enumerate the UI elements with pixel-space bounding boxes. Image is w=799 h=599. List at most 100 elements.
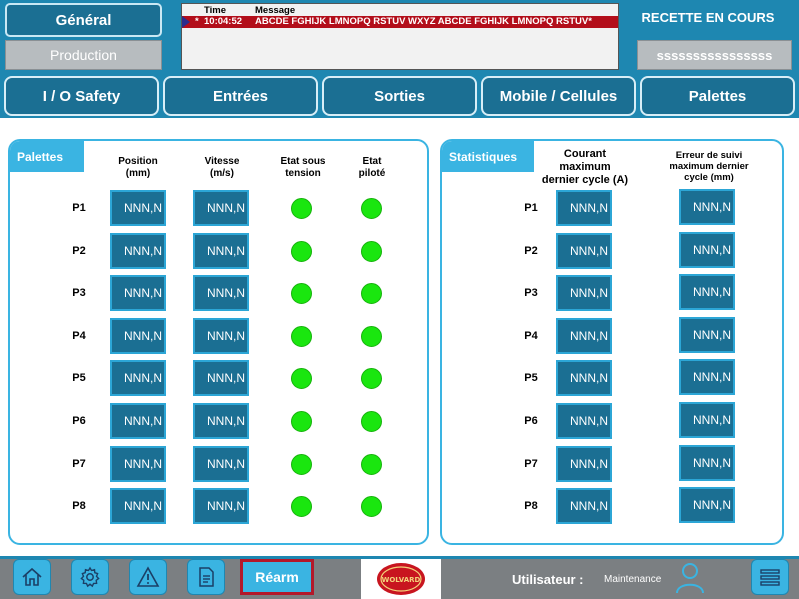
stats-row-label: P5 [524,372,538,385]
palette-vitesse-value: NNN,N [193,232,249,269]
recette-value: ssssssssssssssss [637,40,792,70]
stats-row-label: P4 [524,329,538,342]
stats-panel-title: Statistiques [442,141,534,172]
alarm-banner[interactable]: Time Message * 10:04:52 ABCDE FGHIJK LMN… [181,3,619,70]
production-button[interactable]: Production [5,40,162,70]
stats-courant-value: NNN,N [556,403,612,439]
tab-entrees[interactable]: Entrées [163,76,318,116]
alarm-row[interactable]: * 10:04:52 ABCDE FGHIJK LMNOPQ RSTUV WXY… [182,16,618,28]
settings-button[interactable] [71,559,109,595]
palette-row-label: P6 [72,415,86,427]
etat-tension-led [291,198,312,219]
etat-pilote-led [361,240,382,262]
palette-position-value: NNN,N [110,190,166,226]
etat-pilote-led [361,283,382,305]
user-icon[interactable] [674,560,706,594]
col-head-courant: Courant maximum dernier cycle (A) [541,148,629,186]
col-head-etat-tension: Etat sous tension [280,156,326,179]
alarm-row-message: ABCDE FGHIJK LMNOPQ RSTUV WXYZ ABCDE FGH… [255,16,592,27]
stats-erreur-value: NNN,N [679,359,735,396]
palette-row-label: P5 [72,372,86,385]
user-value: Maintenance [604,574,662,585]
footer-bar: Réarm WOLVARD Utilisateur : Maintenance [0,556,799,599]
palette-vitesse-value: NNN,N [193,360,249,397]
menu-icon [760,569,780,586]
report-button[interactable] [187,559,225,595]
palette-row-label: P4 [72,329,86,342]
stats-erreur-value: NNN,N [679,487,735,524]
col-head-etat-pilote: Etat piloté [358,156,386,179]
palette-row-label: P1 [72,202,86,214]
document-icon [199,567,214,587]
alarm-row-marker: * [195,16,199,27]
etat-pilote-led [361,368,382,390]
stats-courant-value: NNN,N [556,488,612,525]
header-bar: Général Production Time Message * 10:04:… [0,0,799,74]
stats-courant-value: NNN,N [556,275,612,312]
home-button[interactable] [13,559,51,595]
palettes-panel: Palettes Position (mm) Vitesse (m/s) Etat … [8,139,429,545]
warning-icon [136,566,160,587]
stats-erreur-value: NNN,N [679,444,735,481]
palette-row-label: P7 [72,457,86,470]
stats-panel: Statistiques Courant maximum dernier cycle… [440,139,784,545]
col-head-erreur: Erreur de suivi maximum dernier cycle (mm) [669,150,749,183]
etat-pilote-led [361,411,382,432]
tab-palettes[interactable]: Palettes [640,76,795,116]
user-label: Utilisateur : [512,572,584,587]
etat-pilote-led [361,453,382,475]
etat-pilote-led [361,496,382,518]
palettes-panel-title: Palettes [10,141,84,172]
palette-position-value: NNN,N [110,232,166,269]
recette-title: RECETTE EN COURS [641,10,775,25]
menu-button[interactable] [751,559,789,595]
etat-tension-led [291,411,312,432]
tab-mobile-cellules[interactable]: Mobile / Cellules [481,76,636,116]
logo-icon: WOLVARD [377,563,425,595]
stats-erreur-value: NNN,N [679,274,735,311]
alarm-row-time: 10:04:52 [204,16,243,27]
palette-vitesse-value: NNN,N [193,275,249,312]
stats-row-label: P3 [524,287,538,300]
stats-row-label: P2 [524,244,538,257]
etat-tension-led [291,283,312,305]
palette-vitesse-value: NNN,N [193,317,249,354]
alarm-header: Time Message [182,5,618,16]
stats-erreur-value: NNN,N [679,402,735,438]
etat-tension-led [291,453,312,475]
stats-row-label: P8 [524,500,538,513]
svg-text:WOLVARD: WOLVARD [382,576,421,584]
alarms-button[interactable] [129,559,167,595]
palette-position-value: NNN,N [110,360,166,397]
alarm-col-message: Message [255,5,296,16]
alarm-marker-icon [182,16,190,28]
stats-courant-value: NNN,N [556,360,612,397]
stats-row-label: P1 [524,202,538,214]
palette-position-value: NNN,N [110,317,166,354]
palette-row-label: P8 [72,500,86,513]
general-button[interactable]: Général [5,3,162,37]
rearm-button[interactable]: Réarm [240,559,314,595]
palette-position-value: NNN,N [110,445,166,482]
etat-pilote-led [361,325,382,347]
home-icon [22,567,42,586]
stats-erreur-value: NNN,N [679,231,735,268]
stats-erreur-value: NNN,N [679,189,735,225]
etat-pilote-led [361,198,382,219]
tab-io-safety[interactable]: I / O Safety [4,76,159,116]
palette-position-value: NNN,N [110,275,166,312]
palette-position-value: NNN,N [110,488,166,525]
stats-row-label: P7 [524,457,538,470]
palette-row-label: P2 [72,244,86,257]
stats-erreur-value: NNN,N [679,316,735,353]
alarm-col-time: Time [204,5,227,16]
tab-sorties[interactable]: Sorties [322,76,477,116]
etat-tension-led [291,325,312,347]
stats-courant-value: NNN,N [556,190,612,226]
palette-position-value: NNN,N [110,403,166,439]
company-logo: WOLVARD [361,559,441,599]
etat-tension-led [291,496,312,518]
etat-tension-led [291,240,312,262]
palette-row-label: P3 [72,287,86,300]
col-head-position: Position (mm) [118,156,158,179]
